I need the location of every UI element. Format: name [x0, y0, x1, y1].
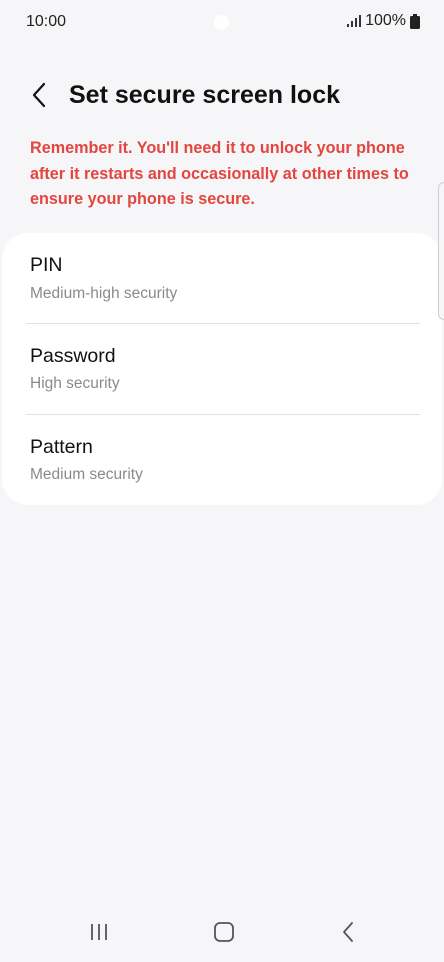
nav-back-button[interactable] [328, 912, 368, 952]
page-title: Set secure screen lock [69, 81, 340, 109]
option-pattern[interactable]: Pattern Medium security [2, 415, 442, 505]
chevron-left-icon [32, 82, 46, 108]
recent-apps-button[interactable] [79, 912, 119, 952]
camera-cutout [214, 15, 229, 30]
recent-apps-icon [91, 924, 107, 940]
option-subtitle: High security [30, 375, 120, 392]
option-title: PIN [30, 254, 63, 276]
lock-type-list: PIN Medium-high security Password High s… [2, 233, 442, 505]
option-pin[interactable]: PIN Medium-high security [2, 233, 442, 323]
status-time: 10:00 [26, 13, 67, 30]
navigation-bar [0, 902, 444, 962]
back-icon [343, 922, 353, 942]
home-icon [214, 922, 234, 942]
signal-icon [347, 15, 362, 27]
option-subtitle: Medium-high security [30, 285, 178, 302]
home-button[interactable] [204, 912, 244, 952]
status-icons: 100% [347, 12, 420, 30]
option-subtitle: Medium security [30, 466, 143, 483]
option-title: Password [30, 345, 116, 367]
back-button[interactable] [22, 78, 56, 112]
edge-panel-handle[interactable] [438, 182, 444, 320]
battery-icon [410, 13, 420, 29]
header: Set secure screen lock [0, 70, 444, 122]
warning-message: Remember it. You'll need it to unlock yo… [30, 139, 409, 208]
option-password[interactable]: Password High security [2, 324, 442, 414]
option-title: Pattern [30, 436, 93, 458]
battery-percentage: 100% [365, 12, 406, 29]
status-bar: 10:00 100% [0, 0, 444, 44]
